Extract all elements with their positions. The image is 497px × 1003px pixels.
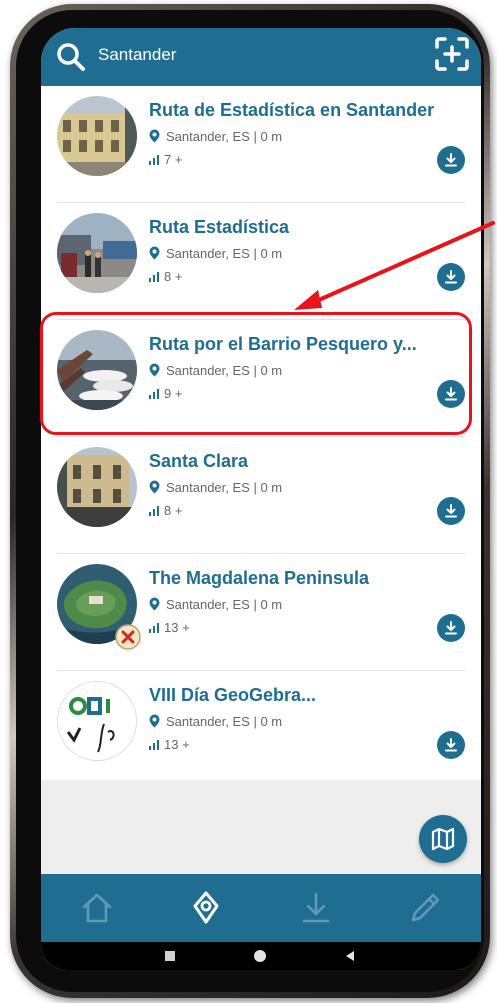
route-location: Santander, ES | 0 m [149,714,282,729]
download-icon[interactable] [298,890,334,926]
route-location: Santander, ES | 0 m [149,129,282,144]
signal-bars-icon [149,272,159,282]
bottom-navigation [41,874,481,942]
route-stat: 13 + [149,620,190,635]
search-icon[interactable] [55,41,87,73]
route-title: Santa Clara [149,451,249,471]
route-location-text: Santander, ES | 0 m [166,714,283,729]
download-button[interactable] [437,263,465,291]
system-navigation-bar [41,942,481,970]
scan-add-icon[interactable] [433,35,471,73]
route-stat: 7 + [149,152,182,167]
route-stat-text: 8 + [164,503,183,518]
route-stat: 8 + [149,269,182,284]
route-location-text: Santander, ES | 0 m [166,480,283,495]
download-button[interactable] [437,614,465,642]
route-item[interactable]: Santa Clara Santander, ES | 0 m 8 + [41,437,481,554]
route-stat-text: 13 + [164,620,190,635]
home-system-icon[interactable] [252,949,268,965]
signal-bars-icon [149,155,159,165]
route-item[interactable]: Ruta de Estadística en Santander Santand… [41,86,481,203]
recents-icon[interactable] [163,949,177,963]
route-stat-text: 8 + [164,269,183,284]
route-location: Santander, ES | 0 m [149,480,282,495]
download-button[interactable] [437,731,465,759]
map-pin-icon [149,597,160,611]
app-screen: Santander Ruta de Estadística en Santand… [41,28,481,970]
download-icon [445,621,457,635]
route-location: Santander, ES | 0 m [149,246,282,261]
signal-bars-icon [149,740,159,750]
search-header: Santander [41,28,481,86]
signal-bars-icon [149,623,159,633]
route-item[interactable]: VIII Día GeoGebra... Santander, ES | 0 m… [41,671,481,788]
map-button[interactable] [419,815,467,863]
route-stat-text: 7 + [164,152,183,167]
route-stat-text: 13 + [164,737,190,752]
download-icon [445,504,457,518]
logo-image [58,682,136,760]
download-icon [445,738,457,752]
download-icon [445,153,457,167]
route-location-text: Santander, ES | 0 m [166,597,283,612]
map-pin-icon [149,714,160,728]
route-item[interactable]: The Magdalena Peninsula Santander, ES | … [41,554,481,671]
map-pin-icon [149,480,160,494]
location-icon[interactable] [188,890,224,926]
route-thumbnail [57,681,137,761]
search-input[interactable]: Santander [98,45,176,65]
route-title: Ruta Estadística [149,217,290,237]
route-thumbnail [57,96,137,176]
signal-bars-icon [149,506,159,516]
highlight-box [40,312,472,435]
pencil-icon[interactable] [407,890,443,926]
map-icon [431,827,455,851]
route-location-text: Santander, ES | 0 m [166,129,283,144]
close-icon [115,624,141,650]
route-thumbnail [57,447,137,527]
route-stat: 8 + [149,503,182,518]
route-thumbnail [57,213,137,293]
route-title: The Magdalena Peninsula [149,568,370,588]
home-icon[interactable] [79,890,115,926]
route-item[interactable]: Ruta Estadística Santander, ES | 0 m 8 + [41,203,481,320]
download-icon [445,270,457,284]
map-pin-icon [149,246,160,260]
download-button[interactable] [437,497,465,525]
download-button[interactable] [437,146,465,174]
back-icon[interactable] [343,949,357,963]
route-location-text: Santander, ES | 0 m [166,246,283,261]
route-stat: 13 + [149,737,190,752]
route-title: VIII Día GeoGebra... [149,685,317,705]
map-pin-icon [149,129,160,143]
route-location: Santander, ES | 0 m [149,597,282,612]
route-title: Ruta de Estadística en Santander [149,100,435,120]
